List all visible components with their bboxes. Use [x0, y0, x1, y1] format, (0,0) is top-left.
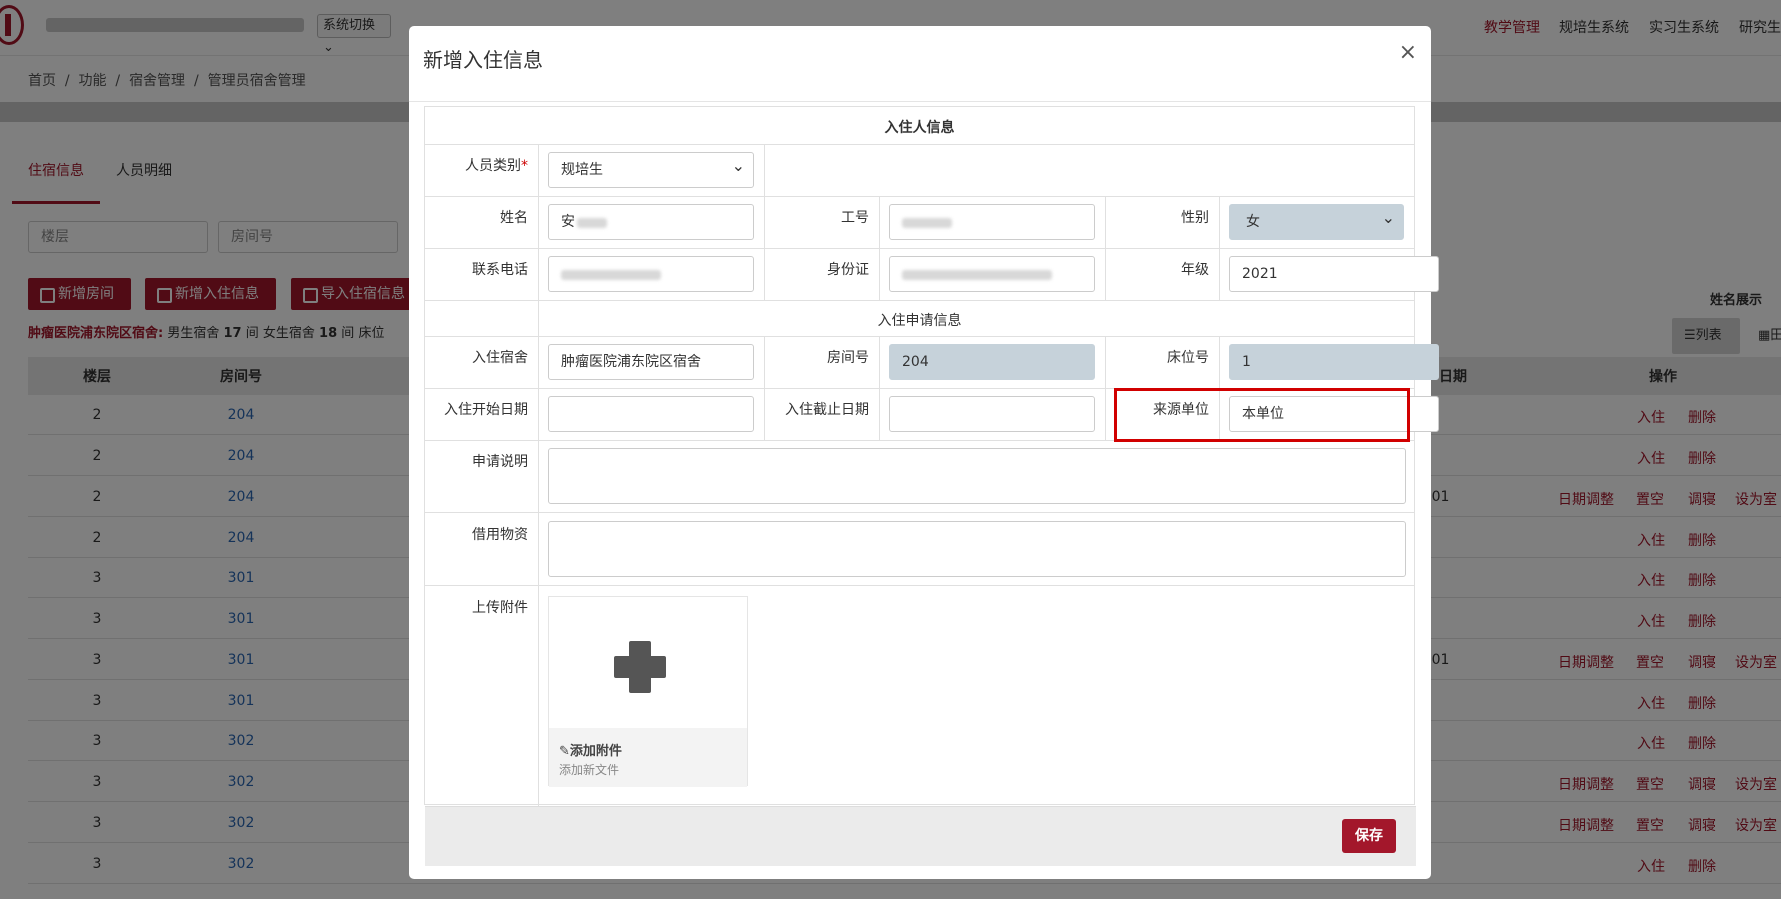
col-divider — [764, 144, 765, 196]
col-divider — [538, 144, 539, 806]
row-divider — [425, 144, 1414, 145]
col-divider — [879, 336, 880, 440]
grade-label: 年级 — [1181, 262, 1209, 278]
row-divider — [425, 585, 1414, 586]
attach-label: 上传附件 — [472, 600, 528, 616]
upload-dropzone[interactable]: ✎添加附件 添加新文件 — [548, 596, 748, 787]
bed-field: 1 — [1229, 344, 1439, 380]
row-divider — [425, 248, 1414, 249]
gender-label: 性别 — [1181, 210, 1209, 226]
dorm-field[interactable]: 肿瘤医院浦东院区宿舍 — [548, 344, 754, 380]
name-label: 姓名 — [500, 210, 528, 226]
redacted-text — [561, 270, 661, 280]
phone-field[interactable] — [548, 256, 754, 292]
end-date-field[interactable] — [889, 396, 1095, 432]
upload-footer: ✎添加附件 添加新文件 — [549, 728, 747, 787]
save-button[interactable]: 保存 — [1342, 819, 1396, 853]
person-type-label: 人员类别* — [465, 158, 528, 174]
items-textarea[interactable] — [548, 521, 1406, 577]
job-no-field[interactable] — [889, 204, 1095, 240]
bed-label: 床位号 — [1167, 350, 1209, 366]
id-card-field[interactable] — [889, 256, 1095, 292]
row-divider — [425, 336, 1414, 337]
col-divider — [1219, 196, 1220, 300]
remark-textarea[interactable] — [548, 448, 1406, 504]
col-divider — [879, 196, 880, 300]
grade-field[interactable]: 2021 — [1229, 256, 1439, 292]
redacted-text — [902, 218, 952, 228]
gender-select[interactable]: 女 — [1229, 204, 1404, 240]
paperclip-icon: ✎ — [559, 744, 570, 759]
person-type-select[interactable]: 规培生 — [548, 152, 754, 188]
room-field: 204 — [889, 344, 1095, 380]
add-attachment[interactable]: ✎添加附件 — [559, 740, 622, 759]
start-date-field[interactable] — [548, 396, 754, 432]
upload-hint: 添加新文件 — [559, 763, 620, 777]
required-mark: * — [521, 158, 528, 174]
row-divider — [425, 196, 1414, 197]
section-resident-info: 入住人信息 — [884, 120, 955, 136]
plus-icon-bar — [614, 656, 666, 678]
section-application-info: 入住申请信息 — [877, 313, 962, 329]
job-no-label: 工号 — [841, 210, 869, 226]
room-label: 房间号 — [827, 350, 869, 366]
start-date-label: 入住开始日期 — [444, 402, 528, 418]
row-divider — [425, 300, 1414, 301]
checkin-modal: 新增入住信息 × 入住人信息 人员类别* 规培生 姓名 安 工号 性别 — [409, 26, 1439, 879]
end-date-label: 入住截止日期 — [785, 402, 869, 418]
items-label: 借用物资 — [472, 527, 528, 543]
checkin-form: 入住人信息 人员类别* 规培生 姓名 安 工号 性别 女 联系电话 身份证 年级… — [424, 106, 1439, 866]
close-icon[interactable]: × — [1399, 40, 1417, 65]
dorm-label: 入住宿舍 — [472, 350, 528, 366]
modal-footer: 保存 — [425, 806, 1416, 866]
remark-label: 申请说明 — [472, 454, 528, 470]
modal-header-divider — [409, 101, 1431, 102]
name-field[interactable]: 安 — [548, 204, 754, 240]
redacted-text — [577, 218, 607, 228]
phone-label: 联系电话 — [472, 262, 528, 278]
redacted-text — [902, 270, 1052, 280]
modal-title: 新增入住信息 — [423, 48, 543, 72]
id-card-label: 身份证 — [827, 262, 869, 278]
row-divider — [425, 512, 1414, 513]
highlight-box — [1114, 388, 1410, 442]
